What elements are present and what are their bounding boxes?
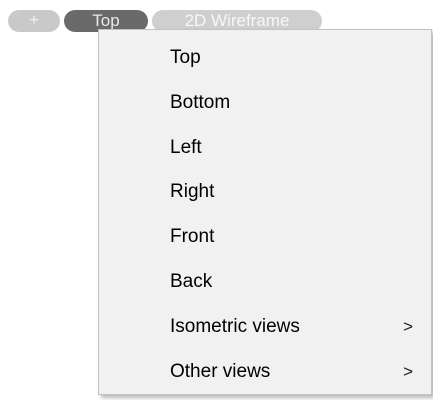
menu-item-left[interactable]: Left: [99, 126, 431, 171]
menu-item-label: Bottom: [170, 91, 231, 113]
chevron-right-icon: >: [403, 316, 413, 336]
menu-item-label: Other views: [170, 360, 271, 382]
menu-item-isometric-views[interactable]: Isometric views >: [99, 305, 431, 350]
menu-item-label: Top: [170, 47, 201, 68]
view-context-menu: Top Bottom Left Right Front Back Isometr…: [98, 29, 432, 395]
menu-item-label: Left: [170, 136, 202, 158]
menu-item-label: Isometric views: [170, 315, 300, 337]
menu-item-back[interactable]: Back: [99, 260, 431, 305]
menu-item-right[interactable]: Right: [99, 170, 431, 215]
viewport-plus-button[interactable]: +: [8, 10, 60, 32]
menu-item-label: Right: [170, 181, 215, 203]
menu-item-bottom[interactable]: Bottom: [99, 81, 431, 126]
menu-item-label: Front: [170, 226, 215, 248]
menu-item-top[interactable]: Top: [99, 36, 431, 81]
viewport-area: + Top 2D Wireframe Top Bottom Left Right…: [0, 0, 433, 400]
chevron-right-icon: >: [403, 361, 413, 381]
menu-item-label: Back: [170, 270, 213, 292]
menu-item-front[interactable]: Front: [99, 215, 431, 260]
menu-item-other-views[interactable]: Other views >: [99, 350, 431, 395]
